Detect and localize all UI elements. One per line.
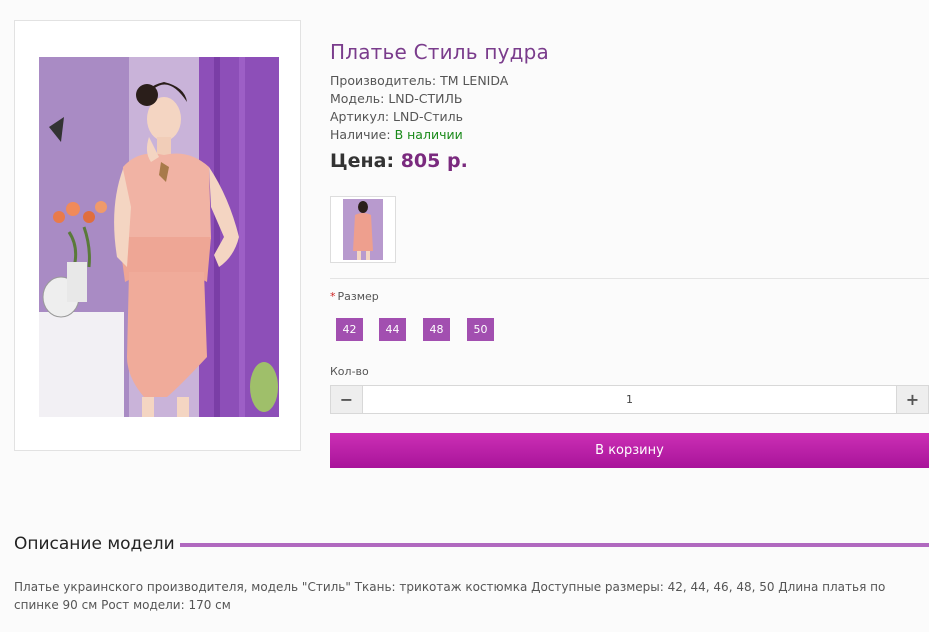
quantity-stepper: − 1 +	[330, 385, 929, 414]
quantity-increase-button[interactable]: +	[896, 386, 928, 413]
availability-label: Наличие:	[330, 127, 391, 142]
product-thumbnail[interactable]	[330, 196, 396, 263]
required-mark: *	[330, 290, 336, 303]
size-option-42[interactable]: 42	[336, 318, 363, 341]
manufacturer-row: Производитель: TM LENIDA	[330, 72, 508, 90]
size-label: * Размер	[330, 290, 379, 303]
quantity-input[interactable]: 1	[363, 386, 896, 413]
product-title: Платье Стиль пудра	[330, 40, 550, 64]
add-to-cart-button[interactable]: В корзину	[330, 433, 929, 468]
model-value: LND-СТИЛЬ	[388, 91, 463, 106]
quantity-label: Кол-во	[330, 365, 369, 378]
description-text: Платье украинского производителя, модель…	[14, 580, 886, 612]
description-title: Описание модели	[14, 534, 175, 554]
sku-label: Артикул:	[330, 109, 390, 124]
sku-value: LND-Стиль	[393, 109, 463, 124]
main-image-frame	[14, 20, 301, 451]
availability-status: В наличии	[394, 127, 463, 142]
product-photo[interactable]	[39, 57, 279, 417]
price: Цена: 805 р.	[330, 150, 468, 172]
manufacturer-label: Производитель:	[330, 73, 437, 88]
product-meta: Производитель: TM LENIDA Модель: LND-СТИ…	[330, 72, 508, 144]
manufacturer-value: TM LENIDA	[440, 73, 509, 88]
availability-row: Наличие: В наличии	[330, 126, 508, 144]
model-label: Модель:	[330, 91, 385, 106]
description-title-underline	[180, 543, 929, 547]
sku-row: Артикул: LND-Стиль	[330, 108, 508, 126]
price-label: Цена:	[330, 150, 395, 172]
quantity-decrease-button[interactable]: −	[331, 386, 363, 413]
size-option-50[interactable]: 50	[467, 318, 494, 341]
size-option-48[interactable]: 48	[423, 318, 450, 341]
size-option-44[interactable]: 44	[379, 318, 406, 341]
price-value: 805 р.	[400, 150, 468, 172]
model-row: Модель: LND-СТИЛЬ	[330, 90, 508, 108]
divider	[330, 278, 929, 279]
size-label-text: Размер	[337, 290, 379, 303]
